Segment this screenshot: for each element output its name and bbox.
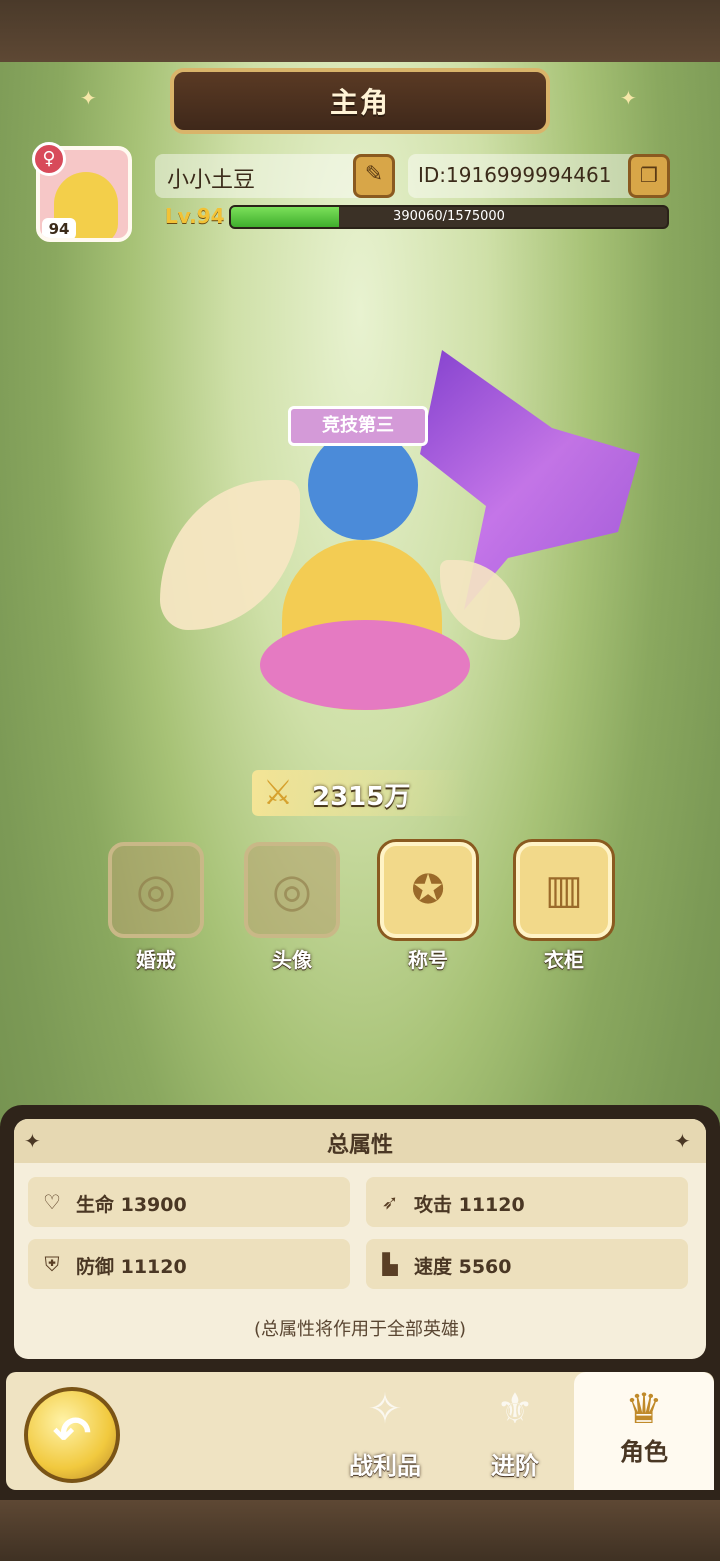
- player-level: Lv.94: [165, 204, 225, 228]
- tab-character[interactable]: ♛ 角色: [574, 1372, 714, 1490]
- title-banner: 主角: [170, 68, 550, 134]
- pencil-icon: ✎: [364, 162, 384, 187]
- bottom-nav-bar: ↶ ✧ 战利品 ⚜ 进阶 ♛ 角色: [6, 1372, 714, 1490]
- attack-icon: ➶: [381, 1190, 399, 1214]
- slot-portrait[interactable]: ◎: [244, 842, 340, 938]
- tab-loot[interactable]: ✧ 战利品: [320, 1372, 450, 1490]
- player-id-box: ID:1916999994461 ❐: [408, 154, 670, 198]
- player-name-box: 小小土豆 ✎: [155, 154, 395, 198]
- edit-name-button[interactable]: ✎: [353, 154, 395, 198]
- slot-wardrobe[interactable]: ▥: [516, 842, 612, 938]
- tab-advance-label: 进阶: [491, 1452, 539, 1480]
- ring-icon: ◎: [135, 863, 177, 917]
- slot-title[interactable]: ✪: [380, 842, 476, 938]
- heart-icon: ♡: [43, 1190, 61, 1214]
- slot-wardrobe-label: 衣柜: [544, 948, 584, 972]
- shield-icon: ⛨: [44, 1252, 60, 1276]
- sparkle-icon: ✦: [620, 86, 637, 110]
- stats-title: 总属性: [326, 1133, 393, 1158]
- stats-panel-body: ✦ 总属性 ✦ ♡ 生命 13900 ➶ 攻击 11120 ⛨ 防御 11120…: [14, 1119, 706, 1359]
- top-frame: [0, 0, 720, 62]
- stat-speed: ▙ 速度 5560: [366, 1239, 688, 1289]
- portrait-icon: ◎: [271, 863, 313, 917]
- back-arrow-icon: ↶: [52, 1406, 92, 1460]
- sword-shield-icon: ⚔: [262, 773, 294, 813]
- title-icon: ✪: [411, 867, 445, 913]
- stats-note: (总属性将作用于全部英雄): [253, 1319, 467, 1340]
- stat-attack: ➶ 攻击 11120: [366, 1177, 688, 1227]
- stat-speed-text: 速度 5560: [414, 1256, 512, 1278]
- copy-id-button[interactable]: ❐: [628, 154, 670, 198]
- xp-progress-bar: 390060/1575000: [229, 205, 669, 229]
- stats-panel: ✦ 总属性 ✦ ♡ 生命 13900 ➶ 攻击 11120 ⛨ 防御 11120…: [0, 1105, 720, 1370]
- slot-portrait-label: 头像: [272, 948, 312, 972]
- wardrobe-icon: ▥: [545, 867, 583, 913]
- wing-icon: [160, 480, 300, 630]
- tab-loot-label: 战利品: [349, 1452, 421, 1480]
- sparkle-icon: ✦: [80, 86, 97, 110]
- stat-hp: ♡ 生命 13900: [28, 1177, 350, 1227]
- loot-icon: ✧: [367, 1384, 403, 1433]
- hero-title-badge: 竞技第三: [288, 406, 428, 446]
- combat-power: ⚔ 2315万: [252, 770, 472, 816]
- avatar-level-badge: 94: [42, 218, 76, 238]
- slot-title-label: 称号: [408, 948, 448, 972]
- bottom-nav: ↶ ✧ 战利品 ⚜ 进阶 ♛ 角色: [0, 1368, 720, 1500]
- slot-ring[interactable]: ◎: [108, 842, 204, 938]
- back-button[interactable]: ↶: [24, 1387, 120, 1483]
- character-icon: ♛: [625, 1384, 663, 1433]
- tab-character-label: 角色: [620, 1438, 668, 1466]
- stat-attack-text: 攻击 11120: [414, 1194, 525, 1216]
- xp-progress-text: 390060/1575000: [393, 209, 505, 224]
- stat-defense: ⛨ 防御 11120: [28, 1239, 350, 1289]
- copy-icon: ❐: [640, 163, 658, 187]
- slot-ring-label: 婚戒: [136, 948, 176, 972]
- boot-icon: ▙: [382, 1252, 398, 1276]
- bottom-frame: [0, 1500, 720, 1561]
- page-title: 主角: [329, 86, 390, 119]
- combat-power-value: 2315万: [312, 782, 411, 812]
- player-id: ID:1916999994461: [418, 163, 612, 187]
- tab-advance[interactable]: ⚜ 进阶: [450, 1372, 580, 1490]
- sparkle-icon: ✦: [674, 1129, 691, 1153]
- stats-title-bar: ✦ 总属性 ✦: [14, 1119, 706, 1163]
- swim-ring-icon: [260, 620, 470, 710]
- stat-defense-text: 防御 11120: [76, 1256, 187, 1278]
- player-name: 小小土豆: [167, 168, 256, 193]
- female-icon: ♀: [32, 142, 66, 176]
- stat-hp-text: 生命 13900: [76, 1194, 187, 1216]
- advance-icon: ⚜: [496, 1384, 534, 1433]
- hero-character[interactable]: 竞技第三: [140, 330, 640, 770]
- pet-icon: [308, 430, 418, 540]
- wing-icon: [440, 560, 520, 640]
